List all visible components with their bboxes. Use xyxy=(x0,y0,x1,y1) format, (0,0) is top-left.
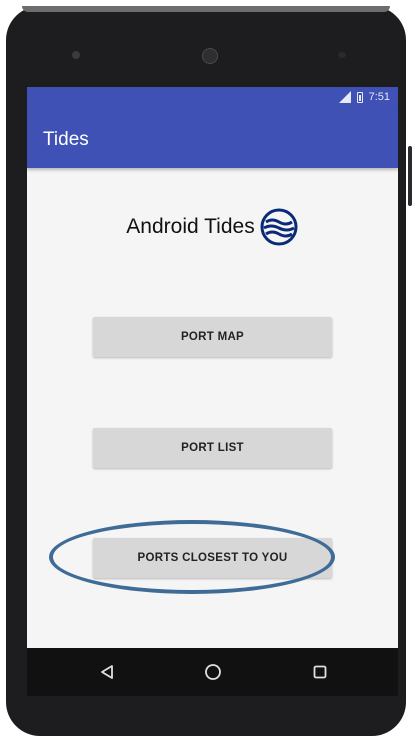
earpiece-speaker xyxy=(202,48,218,64)
status-time: 7:51 xyxy=(368,91,390,103)
recents-button[interactable] xyxy=(308,660,332,684)
logo-text: Android Tides xyxy=(126,215,255,238)
front-camera xyxy=(72,51,80,59)
navigation-bar xyxy=(27,648,398,696)
waves-logo-icon xyxy=(260,208,298,246)
home-button[interactable] xyxy=(201,660,225,684)
port-map-button[interactable]: PORT MAP xyxy=(93,317,332,357)
back-icon xyxy=(101,665,113,679)
home-icon xyxy=(205,664,221,680)
side-button xyxy=(408,146,412,206)
status-icons: 7:51 xyxy=(338,91,390,103)
battery-icon xyxy=(356,91,363,103)
screen: 7:51 Tides Android Tides PORT MAP PORT L… xyxy=(27,87,398,696)
app-bar: Tides xyxy=(27,111,398,168)
signal-icon xyxy=(338,91,351,103)
port-list-button[interactable]: PORT LIST xyxy=(93,428,332,468)
app-title: Tides xyxy=(43,129,89,150)
status-bar: 7:51 xyxy=(27,87,398,111)
recents-icon xyxy=(313,665,327,679)
app-logo: Android Tides xyxy=(27,205,398,249)
phone-top-edge xyxy=(22,6,390,12)
proximity-sensor xyxy=(338,52,346,58)
back-button[interactable] xyxy=(95,660,119,684)
phone-frame: 7:51 Tides Android Tides PORT MAP PORT L… xyxy=(6,6,412,736)
ports-closest-button[interactable]: PORTS CLOSEST TO YOU xyxy=(93,538,332,578)
